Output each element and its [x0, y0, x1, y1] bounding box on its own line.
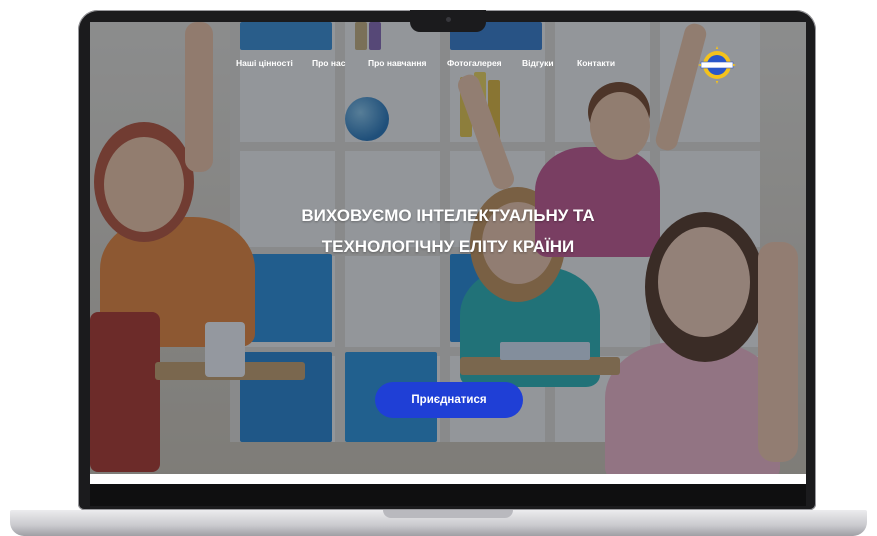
nav-item-contacts[interactable]: Контакти [577, 58, 615, 68]
nav-item-gallery[interactable]: Фотогалерея [447, 58, 502, 68]
laptop-chin [90, 484, 806, 506]
laptop-base [10, 510, 867, 536]
join-button[interactable]: Приєднатися [375, 382, 523, 418]
camera-notch [410, 10, 486, 32]
website-screen: Наші цінності Про нас Про навчання Фотог… [90, 22, 806, 484]
hero-headline: ВИХОВУЄМО ІНТЕЛЕКТУАЛЬНУ ТА ТЕХНОЛОГІЧНУ… [90, 200, 806, 262]
nav-item-reviews[interactable]: Відгуки [522, 58, 554, 68]
nav-item-values[interactable]: Наші цінності [236, 58, 293, 68]
hero-headline-line-1: ВИХОВУЄМО ІНТЕЛЕКТУАЛЬНУ ТА [301, 206, 595, 225]
nav-item-learning[interactable]: Про навчання [368, 58, 427, 68]
page-section-divider [90, 474, 806, 484]
nav-item-about[interactable]: Про нас [312, 58, 345, 68]
school-emblem-icon[interactable] [697, 45, 737, 85]
hero-headline-line-2: ТЕХНОЛОГІЧНУ ЕЛІТУ КРАЇНИ [321, 237, 575, 256]
camera-icon [446, 17, 451, 22]
